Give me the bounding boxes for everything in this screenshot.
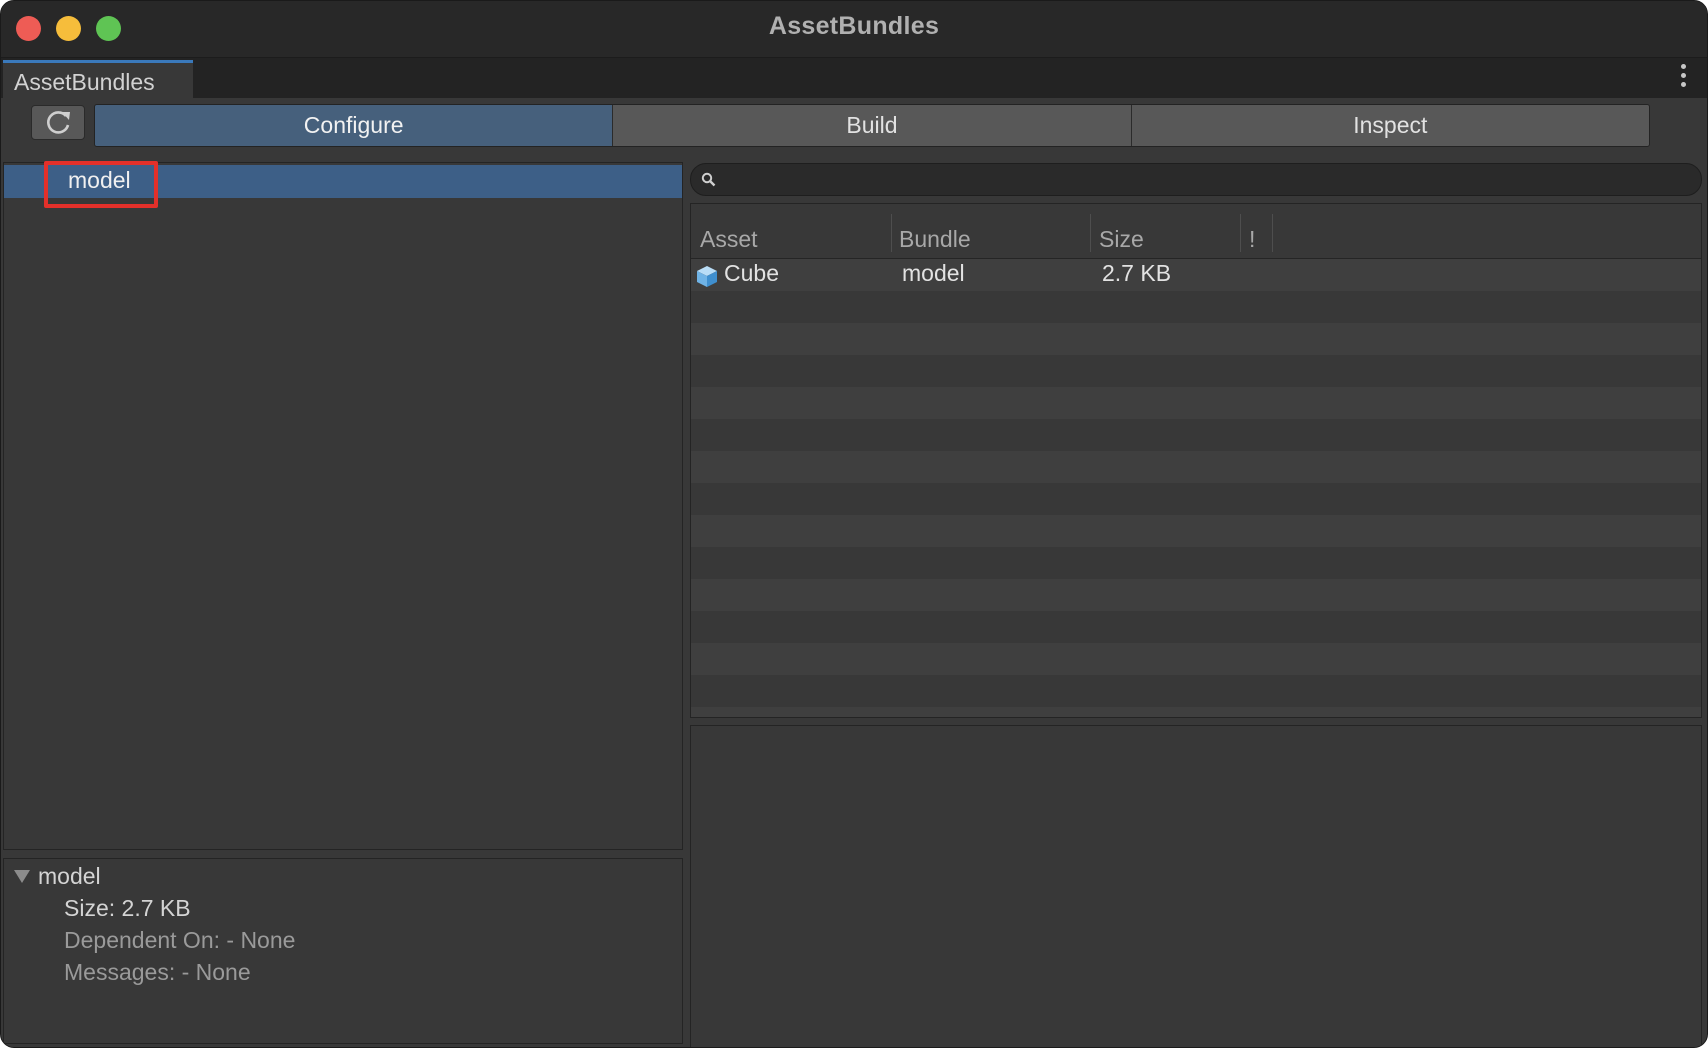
bundle-list-item[interactable]: model xyxy=(4,161,682,208)
tab-inspect[interactable]: Inspect xyxy=(1131,105,1649,146)
more-options-icon[interactable] xyxy=(1681,64,1687,90)
annotation-highlight-box xyxy=(44,161,158,208)
foldout-triangle-icon[interactable] xyxy=(14,870,30,883)
table-row-empty xyxy=(691,323,1701,355)
column-header-size[interactable]: Size xyxy=(1099,226,1144,253)
column-header-bundle[interactable]: Bundle xyxy=(899,226,971,253)
cell-asset: Cube xyxy=(724,260,779,286)
search-icon xyxy=(701,172,716,187)
window-title: AssetBundles xyxy=(768,12,940,40)
column-divider[interactable] xyxy=(891,214,892,252)
cube-icon xyxy=(697,266,717,287)
table-row-empty xyxy=(691,611,1701,643)
column-divider[interactable] xyxy=(1240,214,1241,252)
table-body: Cube model 2.7 KB xyxy=(691,259,1701,717)
table-row-empty xyxy=(691,419,1701,451)
column-divider[interactable] xyxy=(1272,214,1273,252)
search-field[interactable] xyxy=(690,163,1702,196)
details-size: Size: 2.7 KB xyxy=(64,895,191,921)
assetbundles-window: AssetBundles AssetBundles Configure Buil… xyxy=(0,0,1708,1048)
cell-size: 2.7 KB xyxy=(1102,260,1172,286)
details-messages: Messages: - None xyxy=(64,959,251,985)
table-row-empty xyxy=(691,387,1701,419)
asset-preview-panel xyxy=(690,725,1702,1047)
asset-table: Asset Bundle Size ! Cube model 2.7 KB xyxy=(690,203,1702,718)
editor-tab-strip: AssetBundles xyxy=(1,58,1707,98)
tab-configure[interactable]: Configure xyxy=(95,105,614,146)
table-row-empty xyxy=(691,547,1701,579)
assetbundles-editor-tab[interactable]: AssetBundles xyxy=(3,60,193,98)
table-row-empty xyxy=(691,291,1701,323)
bundle-details-panel: model Size: 2.7 KB Dependent On: - None … xyxy=(3,858,683,1044)
column-header-asset[interactable]: Asset xyxy=(700,226,758,253)
refresh-icon xyxy=(47,111,70,134)
table-row-empty xyxy=(691,355,1701,387)
refresh-button[interactable] xyxy=(31,105,85,140)
details-dependent-on: Dependent On: - None xyxy=(64,927,296,953)
bundle-list-panel: model xyxy=(3,161,683,850)
column-divider[interactable] xyxy=(1090,214,1091,252)
mode-tab-bar: Configure Build Inspect xyxy=(94,104,1650,147)
table-row-empty xyxy=(691,643,1701,675)
table-row-empty xyxy=(691,707,1701,717)
toolbar: Configure Build Inspect xyxy=(1,98,1707,154)
table-row-empty xyxy=(691,515,1701,547)
table-row[interactable]: Cube model 2.7 KB xyxy=(691,259,1701,300)
cell-bundle: model xyxy=(902,260,965,286)
details-foldout[interactable]: model xyxy=(14,863,101,890)
table-row-empty xyxy=(691,675,1701,707)
table-row-empty xyxy=(691,451,1701,483)
table-row-empty xyxy=(691,579,1701,611)
tab-build[interactable]: Build xyxy=(613,105,1132,146)
table-header: Asset Bundle Size ! xyxy=(691,204,1701,259)
title-bar: AssetBundles xyxy=(1,1,1707,58)
column-header-warning[interactable]: ! xyxy=(1249,226,1255,253)
details-bundle-name: model xyxy=(38,863,101,889)
table-row-empty xyxy=(691,483,1701,515)
search-input[interactable] xyxy=(725,166,1689,194)
